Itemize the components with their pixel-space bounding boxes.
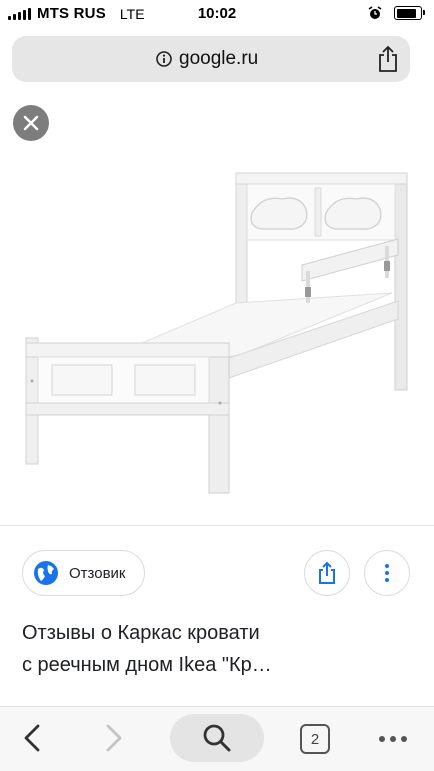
bed-image xyxy=(25,172,408,494)
image-viewer xyxy=(0,93,434,525)
close-icon[interactable] xyxy=(23,115,39,131)
battery-level xyxy=(396,8,416,18)
search-icon[interactable] xyxy=(202,723,232,753)
result-title[interactable]: Отзывы о Каркас кровати с реечным дном I… xyxy=(22,617,412,681)
info-icon[interactable] xyxy=(156,51,172,67)
tab-count[interactable]: 2 xyxy=(311,731,319,748)
source-name[interactable]: Отзовик xyxy=(69,565,126,582)
source-chip[interactable]: Отзовик xyxy=(22,550,145,596)
result-title-line-1[interactable]: Отзывы о Каркас кровати xyxy=(22,617,412,649)
close-button[interactable] xyxy=(13,105,49,141)
back-icon[interactable] xyxy=(22,723,42,753)
share-icon[interactable] xyxy=(376,45,400,73)
more-options-button[interactable] xyxy=(364,550,410,596)
result-title-line-2[interactable]: с реечным дном Ikea "Кр… xyxy=(22,649,412,681)
globe-icon xyxy=(34,561,58,585)
tabs-button[interactable]: 2 xyxy=(300,724,330,754)
battery-icon xyxy=(394,6,425,20)
share-button[interactable] xyxy=(304,550,350,596)
status-bar: MTS RUS LTE 10:02 xyxy=(0,0,434,28)
more-horizontal-icon[interactable] xyxy=(379,736,407,742)
bottom-toolbar: 2 xyxy=(0,706,434,771)
search-button[interactable] xyxy=(170,714,264,762)
status-bar-right xyxy=(368,6,425,20)
alarm-icon xyxy=(368,6,382,19)
share-icon[interactable] xyxy=(317,561,337,585)
address-bar[interactable]: google.ru xyxy=(12,36,410,82)
divider xyxy=(0,525,434,526)
more-vertical-icon[interactable] xyxy=(385,564,389,582)
url-domain[interactable]: google.ru xyxy=(179,48,258,70)
forward-icon[interactable] xyxy=(104,723,124,753)
